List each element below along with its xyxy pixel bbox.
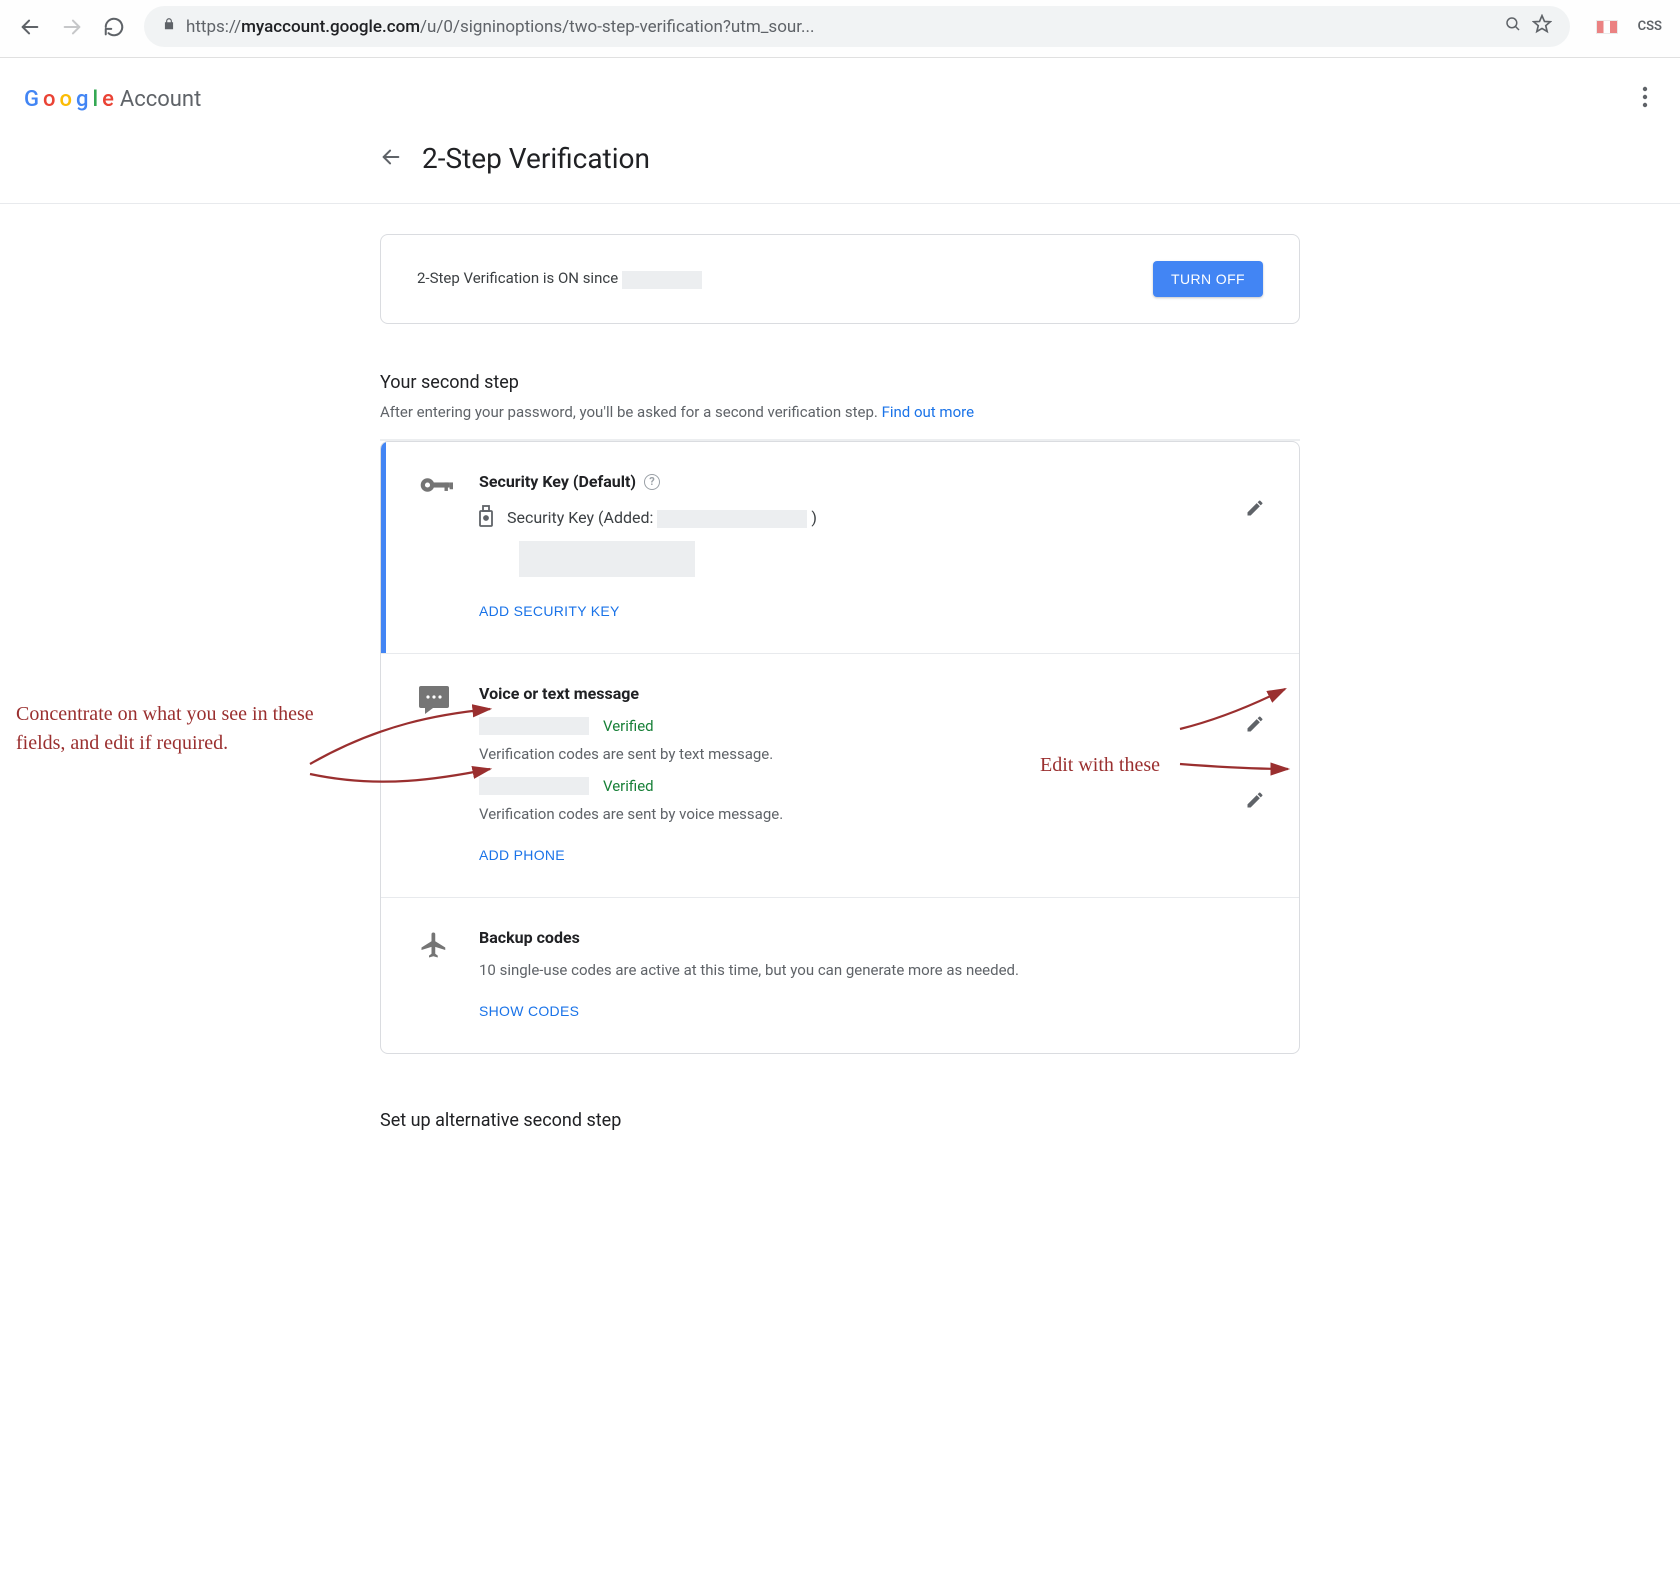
app-header: Google Account (0, 58, 1680, 142)
edit-security-key-icon[interactable] (1245, 498, 1265, 522)
turn-off-button[interactable]: TURN OFF (1153, 261, 1263, 297)
alt-step-heading: Set up alternative second step (380, 1110, 1300, 1131)
annotation-left: Concentrate on what you see in these fie… (16, 700, 316, 758)
step-backup-codes: Backup codes 10 single-use codes are act… (381, 897, 1299, 1053)
message-icon (419, 684, 455, 871)
usb-icon (479, 505, 493, 531)
browser-toolbar: https://myaccount.google.com/u/0/signino… (0, 0, 1680, 58)
status-text: 2-Step Verification is ON since (417, 269, 702, 288)
google-account-logo[interactable]: Google Account (24, 87, 201, 112)
voice-text-title: Voice or text message (479, 684, 1221, 703)
help-icon[interactable]: ? (644, 474, 660, 490)
back-arrow-icon[interactable] (380, 146, 402, 172)
edit-phone-2-icon[interactable] (1245, 790, 1265, 814)
second-step-heading: Your second step (380, 372, 1300, 393)
extension-flag-icon[interactable] (1596, 20, 1618, 34)
redacted-key-date (657, 510, 807, 528)
key-icon (419, 472, 455, 627)
reload-icon[interactable] (102, 15, 126, 39)
security-key-title: Security Key (Default) ? (479, 472, 1221, 491)
status-card: 2-Step Verification is ON since TURN OFF (380, 234, 1300, 324)
overflow-menu-icon[interactable] (1634, 78, 1656, 120)
search-icon[interactable] (1504, 15, 1522, 38)
voice-message-desc: Verification codes are sent by voice mes… (479, 805, 1221, 823)
show-codes-button[interactable]: SHOW CODES (479, 995, 579, 1027)
step-security-key: Security Key (Default) ? Security Key (A… (381, 442, 1299, 653)
second-step-desc: After entering your password, you'll be … (380, 403, 1300, 421)
redacted-phone-2 (479, 777, 589, 795)
add-phone-button[interactable]: ADD PHONE (479, 839, 565, 871)
step-voice-text: Voice or text message Verified Verificat… (381, 653, 1299, 897)
steps-list: Security Key (Default) ? Security Key (A… (380, 441, 1300, 1054)
extension-css-icon[interactable]: CSS (1638, 19, 1662, 34)
browser-extensions: CSS (1596, 19, 1662, 34)
verified-label-1: Verified (603, 717, 654, 735)
main-content: 2-Step Verification is ON since TURN OFF… (350, 234, 1330, 1191)
back-nav-icon[interactable] (18, 15, 42, 39)
divider (0, 203, 1680, 204)
redacted-key-name (519, 541, 695, 577)
add-security-key-button[interactable]: ADD SECURITY KEY (479, 595, 620, 627)
annotation-right: Edit with these (1040, 754, 1160, 777)
redacted-date (622, 271, 702, 289)
edit-phone-1-icon[interactable] (1245, 714, 1265, 738)
redacted-phone-1 (479, 717, 589, 735)
bookmark-star-icon[interactable] (1532, 14, 1552, 39)
airplane-icon (419, 928, 455, 1027)
address-bar[interactable]: https://myaccount.google.com/u/0/signino… (144, 6, 1570, 47)
backup-codes-desc: 10 single-use codes are active at this t… (479, 961, 1265, 979)
lock-icon (162, 16, 176, 37)
forward-nav-icon[interactable] (60, 15, 84, 39)
find-out-more-link[interactable]: Find out more (882, 403, 974, 421)
page-title-row: 2-Step Verification (350, 142, 1330, 175)
backup-codes-title: Backup codes (479, 928, 1265, 947)
verified-label-2: Verified (603, 777, 654, 795)
page-title: 2-Step Verification (422, 142, 650, 175)
url-text: https://myaccount.google.com/u/0/signino… (186, 17, 1494, 37)
security-key-label: Security Key (Added: ) (507, 508, 817, 528)
